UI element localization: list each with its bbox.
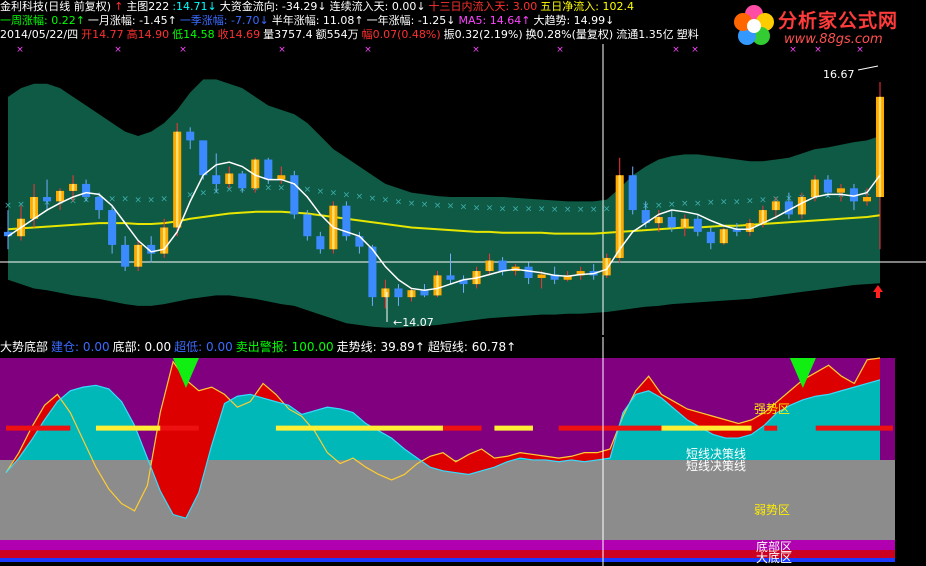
decision-line-label-shadow: 短线决策线 [686,459,746,473]
weak-zone-label: 弱势区 [754,503,790,517]
big-bottom-zone-label: 大底区 [756,550,792,565]
strong-zone-label: 强势区 [754,402,790,416]
chart-screen: { "header": { "row1": [ {"text":"金利科技(日线… [0,0,926,566]
indicator-panel: 强势区短线决策线短线决策线弱势区底部区大底区 [0,337,895,566]
